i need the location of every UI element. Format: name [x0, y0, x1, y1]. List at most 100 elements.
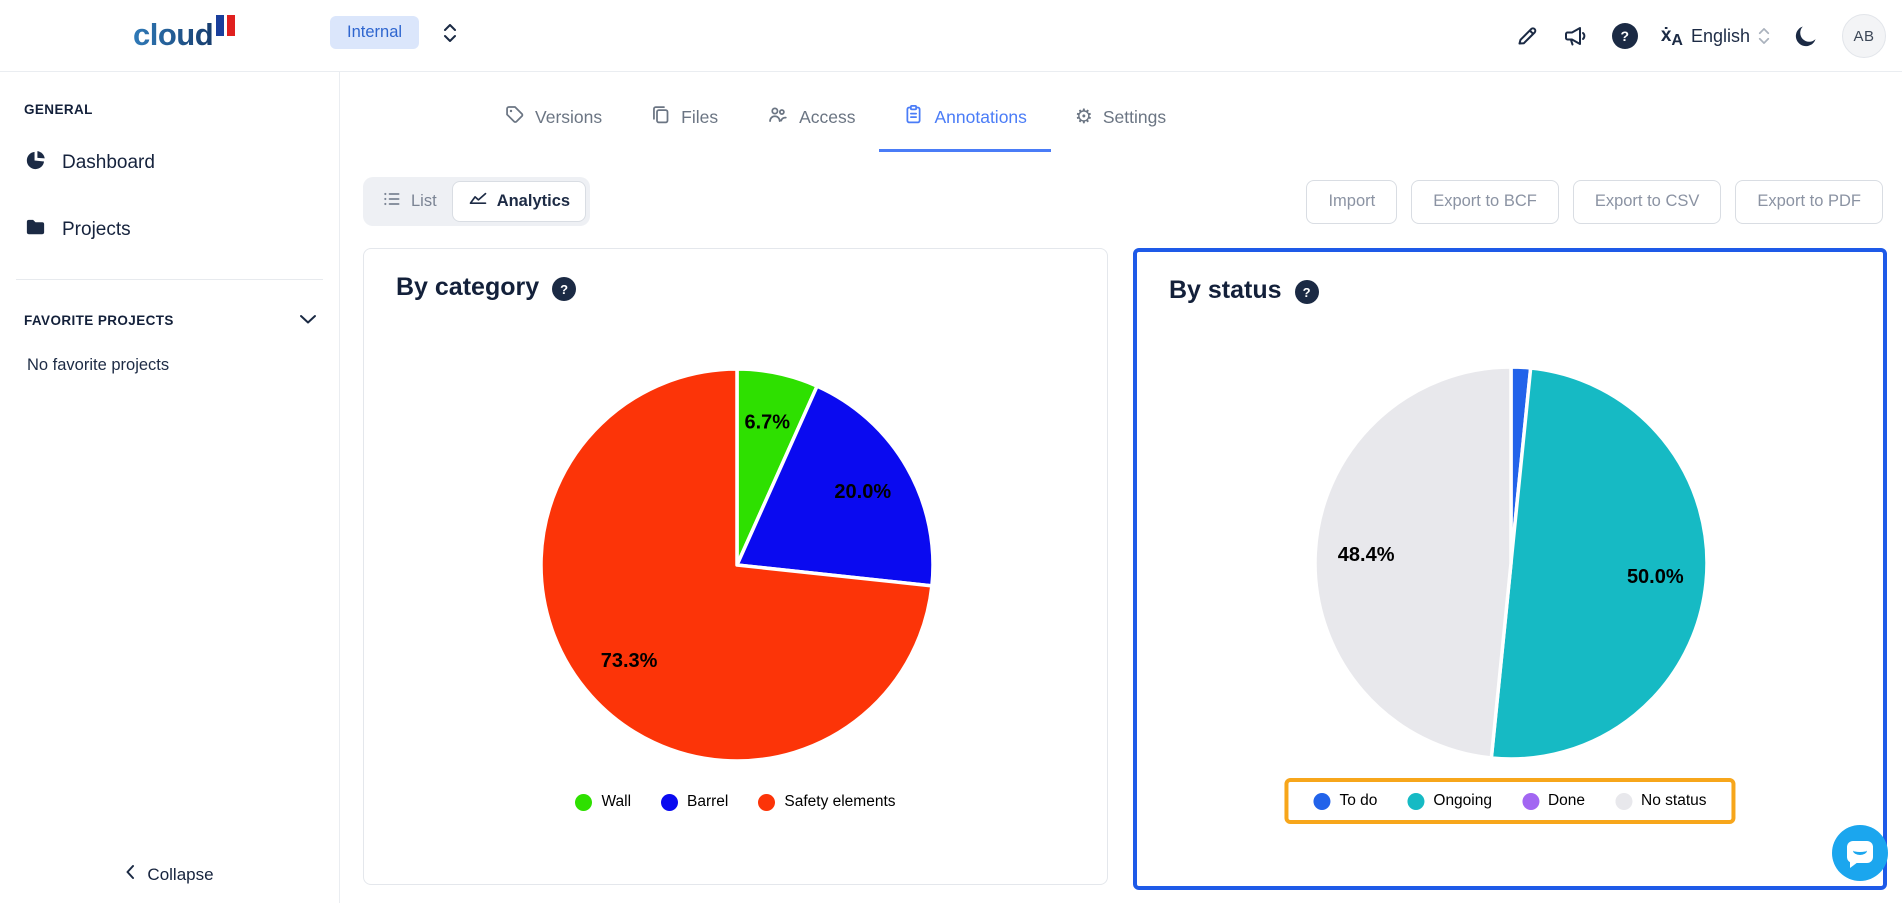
- translate-icon: ẋA: [1661, 25, 1683, 47]
- dashboard-pie-icon: [24, 149, 47, 178]
- tab-label: Annotations: [934, 107, 1026, 128]
- sidebar-section-favorites[interactable]: FAVORITE PROJECTS: [0, 311, 339, 329]
- view-toggle-label: List: [411, 192, 437, 211]
- top-bar: cloud Internal ? ẋA English: [0, 0, 1902, 72]
- view-toggle-analytics[interactable]: Analytics: [452, 181, 586, 222]
- sidebar: GENERAL Dashboard Projects: [0, 72, 340, 903]
- clipboard-icon: [903, 104, 924, 130]
- sidebar-section-general: GENERAL: [0, 102, 339, 117]
- legend-dot-icon: [1407, 793, 1424, 810]
- pie-slice-ongoing[interactable]: [1491, 368, 1707, 759]
- pie-data-label: 6.7%: [745, 411, 791, 433]
- folder-icon: [24, 216, 47, 245]
- edit-pencil-icon[interactable]: [1514, 23, 1540, 49]
- sidebar-item-projects[interactable]: Projects: [0, 217, 339, 243]
- logo[interactable]: cloud: [133, 17, 235, 53]
- status-pie-chart: 50.0% 48.4%: [1311, 363, 1711, 763]
- tab-access[interactable]: Access: [742, 92, 879, 152]
- legend-label: Safety elements: [784, 793, 895, 811]
- workspace-badge[interactable]: Internal: [330, 16, 419, 49]
- import-button[interactable]: Import: [1306, 180, 1397, 224]
- collapse-label: Collapse: [147, 865, 213, 885]
- users-icon: [766, 104, 789, 130]
- legend-item-done[interactable]: Done: [1522, 792, 1585, 810]
- export-actions: Import Export to BCF Export to CSV Expor…: [1306, 180, 1883, 224]
- topbar-actions: ? ẋA English AB: [1514, 0, 1886, 72]
- pie-data-label: 73.3%: [601, 650, 658, 672]
- legend-dot-icon: [1522, 793, 1539, 810]
- chat-launcher-button[interactable]: [1832, 825, 1888, 881]
- sidebar-item-dashboard[interactable]: Dashboard: [0, 150, 339, 176]
- tab-files[interactable]: Files: [626, 92, 742, 152]
- tab-settings[interactable]: ⚙ Settings: [1051, 92, 1190, 152]
- collapse-button[interactable]: Collapse: [0, 864, 339, 885]
- legend-dot-icon: [661, 794, 678, 811]
- tab-label: Versions: [535, 107, 602, 128]
- gear-icon: ⚙: [1075, 107, 1093, 127]
- sidebar-item-label: Dashboard: [62, 152, 155, 174]
- tab-label: Settings: [1103, 107, 1166, 128]
- pie-data-label: 48.4%: [1338, 544, 1395, 566]
- export-csv-button[interactable]: Export to CSV: [1573, 180, 1722, 224]
- by-status-card: By status ? 50.0% 48.4% To do Ongoing Done N…: [1133, 248, 1887, 890]
- legend-item-ongoing[interactable]: Ongoing: [1407, 792, 1492, 810]
- favorites-title: FAVORITE PROJECTS: [24, 313, 174, 328]
- workspace-switcher-icon[interactable]: [443, 24, 457, 42]
- list-icon: [382, 189, 402, 214]
- export-bcf-button[interactable]: Export to BCF: [1411, 180, 1559, 224]
- analytics-icon: [468, 189, 488, 214]
- legend-dot-icon: [758, 794, 775, 811]
- category-legend: Wall Barrel Safety elements: [364, 793, 1107, 811]
- chat-icon: [1847, 841, 1873, 863]
- legend-label: Wall: [601, 793, 631, 811]
- status-help-icon[interactable]: ?: [1295, 280, 1319, 304]
- tab-annotations[interactable]: Annotations: [879, 92, 1050, 152]
- chevron-down-icon[interactable]: [299, 311, 317, 329]
- language-label: English: [1691, 26, 1750, 47]
- french-flag-icon: [216, 15, 235, 36]
- favorites-empty-text: No favorite projects: [0, 356, 339, 375]
- language-chevron-icon: [1758, 28, 1770, 44]
- legend-label: No status: [1641, 792, 1706, 810]
- pie-data-label: 20.0%: [834, 481, 891, 503]
- legend-label: Ongoing: [1433, 792, 1492, 810]
- card-title: By status: [1169, 276, 1282, 305]
- category-help-icon[interactable]: ?: [552, 277, 576, 301]
- card-title: By category: [396, 273, 539, 302]
- files-icon: [650, 104, 671, 130]
- language-selector[interactable]: ẋA English: [1661, 25, 1770, 47]
- charts-row: By category ? 6.7% 20.0% 73.3% Wall Barrel S…: [363, 248, 1902, 890]
- dark-mode-moon-icon[interactable]: [1793, 23, 1819, 49]
- legend-item-no-status[interactable]: No status: [1615, 792, 1706, 810]
- category-pie-chart: 6.7% 20.0% 73.3%: [537, 365, 937, 765]
- legend-dot-icon: [1313, 793, 1330, 810]
- status-legend-highlighted: To do Ongoing Done No status: [1284, 778, 1735, 824]
- tab-label: Access: [799, 107, 855, 128]
- legend-label: Done: [1548, 792, 1585, 810]
- tag-icon: [504, 104, 525, 130]
- legend-item-wall[interactable]: Wall: [575, 793, 631, 811]
- pie-data-label: 50.0%: [1627, 566, 1684, 588]
- legend-dot-icon: [575, 794, 592, 811]
- avatar[interactable]: AB: [1842, 14, 1886, 58]
- app-window: cloud Internal ? ẋA English: [0, 0, 1902, 904]
- sidebar-divider: [16, 279, 323, 280]
- tab-versions[interactable]: Versions: [480, 92, 626, 152]
- legend-item-barrel[interactable]: Barrel: [661, 793, 728, 811]
- view-toggle: List Analytics: [363, 177, 590, 226]
- view-toggle-label: Analytics: [497, 192, 570, 211]
- tab-label: Files: [681, 107, 718, 128]
- view-toggle-list[interactable]: List: [367, 182, 452, 221]
- sidebar-item-label: Projects: [62, 219, 131, 241]
- legend-item-to-do[interactable]: To do: [1313, 792, 1377, 810]
- export-pdf-button[interactable]: Export to PDF: [1735, 180, 1883, 224]
- legend-item-safety-elements[interactable]: Safety elements: [758, 793, 895, 811]
- help-icon[interactable]: ?: [1612, 23, 1638, 49]
- legend-label: Barrel: [687, 793, 728, 811]
- megaphone-icon[interactable]: [1563, 23, 1589, 49]
- workspace-switcher: Internal: [330, 16, 457, 49]
- main-content: Versions Files Access: [340, 72, 1902, 903]
- logo-text: cloud: [133, 17, 213, 53]
- legend-label: To do: [1339, 792, 1377, 810]
- legend-dot-icon: [1615, 793, 1632, 810]
